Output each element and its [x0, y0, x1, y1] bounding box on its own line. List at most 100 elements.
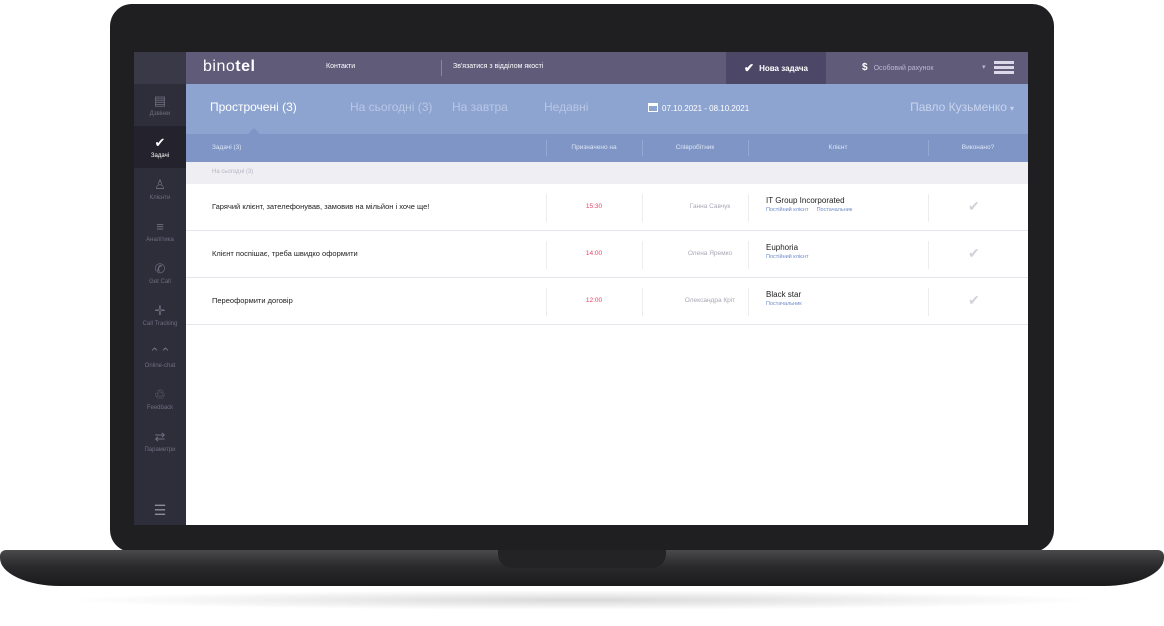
- sidebar-item-onlinechat[interactable]: ⌃⌃ Online-chat: [134, 336, 186, 378]
- cell-divider: [748, 288, 749, 316]
- sidebar-item-clients[interactable]: ♙ Клієнти: [134, 168, 186, 210]
- chart-icon: ≡: [156, 218, 164, 234]
- task-employee: Олександра Кріт: [684, 297, 736, 304]
- task-time: 14:00: [585, 250, 603, 257]
- settings-icon: ⇄: [154, 428, 166, 444]
- check-icon: ✔: [154, 134, 166, 150]
- sidebar-item-analytics[interactable]: ≡ Аналітика: [134, 210, 186, 252]
- done-checkmark-icon[interactable]: ✔: [968, 245, 980, 262]
- task-title[interactable]: Клієнт поспішає, треба швидко оформити: [212, 249, 358, 258]
- task-employee: Олена Яремко: [687, 250, 733, 257]
- sidebar-item-label: Feedback: [146, 404, 174, 411]
- tab-today[interactable]: На сьогодні (3): [350, 100, 432, 114]
- cell-divider: [642, 194, 643, 222]
- client-name[interactable]: Black star: [766, 290, 810, 299]
- date-range-picker[interactable]: 07.10.2021 - 08.10.2021: [648, 103, 749, 113]
- calendar-icon: [648, 103, 658, 112]
- sidebar-item-label: Аналітика: [146, 236, 174, 243]
- client-name[interactable]: IT Group Incorporated: [766, 196, 860, 205]
- client-cell[interactable]: Euphoria Постійний клієнт: [766, 243, 817, 260]
- sidebar-item-label: Дзвінки: [149, 110, 171, 117]
- task-title[interactable]: Переоформити договір: [212, 296, 293, 305]
- brand-prefix: bino: [203, 58, 236, 75]
- group-label: На сьогодні (3): [212, 169, 254, 175]
- chevron-down-icon: ▾: [1009, 104, 1014, 113]
- task-time: 12:00: [585, 297, 603, 304]
- new-task-label: Нова задача: [759, 63, 808, 73]
- account-label: Особовий рахунок: [873, 65, 934, 72]
- table-row[interactable]: Гарячий клієнт, зателефонував, замовив н…: [186, 184, 1028, 231]
- cell-divider: [928, 194, 929, 222]
- user-name: Павло Кузьменко: [910, 100, 1007, 114]
- sidebar-logo-area: [134, 52, 186, 84]
- client-tags: Постачальник: [766, 301, 810, 307]
- new-task-button[interactable]: ✔ Нова задача: [726, 52, 826, 84]
- client-tag: Постачальник: [766, 301, 802, 307]
- task-tabs-bar: Прострочені (3) На сьогодні (3) На завтр…: [186, 84, 1028, 134]
- tracking-icon: ✛: [154, 302, 166, 318]
- column-header-tasks: Задачі (3): [212, 144, 242, 151]
- laptop-notch: [498, 550, 666, 568]
- sidebar-item-label: Задачі: [150, 152, 170, 159]
- user-menu[interactable]: Павло Кузьменко ▾: [910, 100, 1014, 114]
- contacts-link[interactable]: Контакти: [326, 63, 355, 70]
- client-tags: Постійний клієнт: [766, 254, 817, 260]
- topbar: binotel Контакти Зв'язатися з відділом я…: [186, 52, 1028, 84]
- app-screen: ▤ Дзвінки ✔ Задачі ♙ Клієнти ≡ Аналітика…: [134, 52, 1028, 525]
- task-employee: Ганна Савчук: [689, 203, 731, 210]
- column-header-client: Клієнт: [828, 144, 848, 151]
- task-title[interactable]: Гарячий клієнт, зателефонував, замовив н…: [212, 202, 429, 211]
- group-row: На сьогодні (3): [186, 162, 1028, 184]
- tab-overdue[interactable]: Прострочені (3): [210, 100, 297, 114]
- topbar-divider: [441, 60, 442, 76]
- client-tag: Постійний клієнт: [766, 207, 809, 213]
- client-tags: Постійний клієнт Постачальник: [766, 207, 860, 213]
- chat-icon: ⌃⌃: [149, 344, 171, 360]
- dollar-icon: $: [862, 62, 868, 73]
- cell-divider: [928, 288, 929, 316]
- sidebar-item-label: Call Tracking: [142, 320, 178, 327]
- list-icon: ▤: [153, 92, 167, 108]
- tab-tomorrow[interactable]: На завтра: [452, 100, 508, 114]
- cell-divider: [748, 241, 749, 269]
- sidebar-item-settings[interactable]: ⇄ Параметри: [134, 420, 186, 462]
- column-header-done: Виконано?: [961, 144, 995, 151]
- done-checkmark-icon[interactable]: ✔: [968, 198, 980, 215]
- cell-divider: [642, 241, 643, 269]
- table-header: Задачі (3) Призначено на Співробітник Кл…: [186, 134, 1028, 162]
- sidebar-item-tasks[interactable]: ✔ Задачі: [134, 126, 186, 168]
- brand-logo[interactable]: binotel: [203, 58, 255, 76]
- sidebar-item-label: Get Call: [149, 278, 171, 285]
- sidebar: ▤ Дзвінки ✔ Задачі ♙ Клієнти ≡ Аналітика…: [134, 52, 186, 525]
- client-cell[interactable]: Black star Постачальник: [766, 290, 810, 307]
- cell-divider: [928, 241, 929, 269]
- cell-divider: [748, 194, 749, 222]
- check-icon: ✔: [744, 61, 755, 75]
- sidebar-item-getcall[interactable]: ✆ Get Call: [134, 252, 186, 294]
- task-time: 15:30: [585, 203, 603, 210]
- column-header-employee: Співробітник: [675, 144, 715, 151]
- feedback-icon: ♲: [154, 386, 166, 402]
- sidebar-menu-icon[interactable]: ☰: [134, 502, 186, 519]
- phone-icon: ✆: [154, 260, 166, 276]
- client-name[interactable]: Euphoria: [766, 243, 817, 252]
- sidebar-item-calltracking[interactable]: ✛ Call Tracking: [134, 294, 186, 336]
- user-icon: ♙: [154, 176, 166, 192]
- client-cell[interactable]: IT Group Incorporated Постійний клієнт По…: [766, 196, 860, 213]
- table-row[interactable]: Клієнт поспішає, треба швидко оформити 1…: [186, 231, 1028, 278]
- client-tag: Постачальник: [816, 207, 853, 213]
- hamburger-menu-icon[interactable]: [994, 61, 1014, 74]
- column-header-assigned: Призначено на: [571, 144, 617, 151]
- cell-divider: [642, 288, 643, 316]
- table-row[interactable]: Переоформити договір 12:00 Олександра Кр…: [186, 278, 1028, 325]
- sidebar-item-label: Параметри: [144, 446, 176, 453]
- chevron-down-icon[interactable]: ▾: [982, 63, 986, 71]
- tab-recent[interactable]: Недавні: [544, 100, 588, 114]
- quality-dept-link[interactable]: Зв'язатися з відділом якості: [453, 63, 543, 70]
- account-link[interactable]: $ Особовий рахунок: [862, 62, 933, 73]
- client-tag: Постійний клієнт: [766, 254, 809, 260]
- done-checkmark-icon[interactable]: ✔: [968, 292, 980, 309]
- sidebar-item-calls[interactable]: ▤ Дзвінки: [134, 84, 186, 126]
- sidebar-item-feedback[interactable]: ♲ Feedback: [134, 378, 186, 420]
- date-range-value: 07.10.2021 - 08.10.2021: [662, 104, 750, 113]
